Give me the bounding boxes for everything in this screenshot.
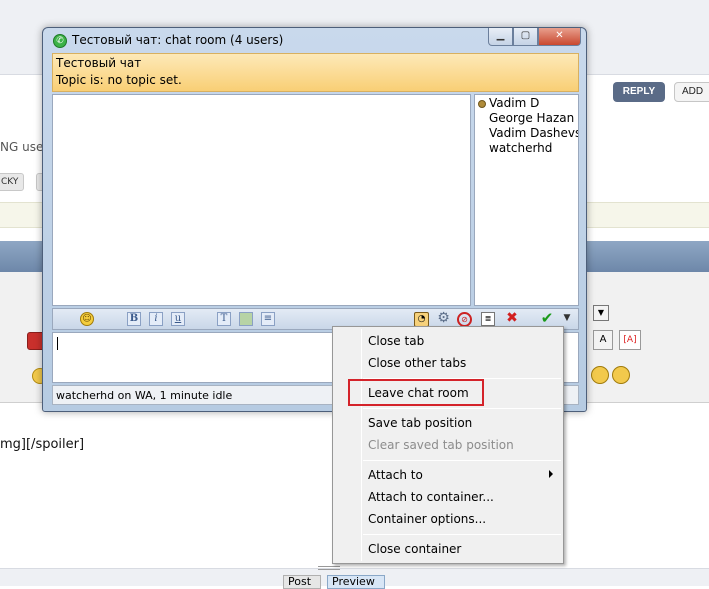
room-name: Тестовый чат <box>56 56 142 70</box>
away-status-icon <box>478 100 486 108</box>
ignore-icon[interactable]: ⊘ <box>457 312 472 327</box>
highlight-annotation <box>348 379 484 406</box>
bold-icon[interactable]: B <box>127 312 141 326</box>
topic-text: Topic is: no topic set. <box>56 73 182 87</box>
resize-handle[interactable] <box>318 566 340 570</box>
add-button[interactable]: ADD <box>674 82 709 102</box>
menu-item-close-tab[interactable]: Close tab <box>368 334 424 348</box>
menu-item-attach-to-container[interactable]: Attach to container... <box>368 490 494 504</box>
close-icon[interactable]: ✖ <box>505 311 519 326</box>
log-icon[interactable]: ≣ <box>481 312 495 326</box>
tab-context-menu: Close tab Close other tabs Leave chat ro… <box>332 326 564 564</box>
user-list[interactable]: Vadim D George Hazan Vadim Dashevskiy wa… <box>474 94 579 306</box>
preview-button[interactable]: Preview <box>327 575 385 589</box>
menu-item-clear-saved-tab-position: Clear saved tab position <box>368 438 514 452</box>
maximize-button[interactable]: ▢ <box>513 28 538 46</box>
smiley-icon[interactable]: ☺ <box>80 312 94 326</box>
reply-button[interactable]: REPLY <box>613 82 665 102</box>
status-text: watcherhd on WA, 1 minute idle <box>56 389 233 402</box>
smiley-icon[interactable] <box>612 366 630 384</box>
menu-item-close-container[interactable]: Close container <box>368 542 461 556</box>
menu-separator <box>363 460 561 461</box>
user-list-item[interactable]: Vadim Dashevskiy <box>489 126 578 140</box>
history-icon[interactable]: ◔ <box>414 312 429 327</box>
italic-icon[interactable]: i <box>149 312 163 326</box>
font-icon[interactable]: A <box>593 330 613 350</box>
menu-item-container-options[interactable]: Container options... <box>368 512 486 526</box>
menu-separator <box>363 534 561 535</box>
chat-app-icon: ✆ <box>53 34 67 48</box>
user-list-item[interactable]: watcherhd <box>489 141 552 155</box>
close-icon: ✕ <box>555 30 564 41</box>
menu-separator <box>363 408 561 409</box>
menu-item-attach-to[interactable]: Attach to <box>368 468 423 482</box>
menu-item-save-tab-position[interactable]: Save tab position <box>368 416 472 430</box>
smiley-icon[interactable] <box>591 366 609 384</box>
sticky-button[interactable]: CKY <box>0 173 24 191</box>
minimize-icon: ▁ <box>496 30 505 41</box>
dropdown-arrow-icon[interactable]: ▼ <box>560 312 574 326</box>
window-title: Тестовый чат: chat room (4 users) <box>72 33 284 47</box>
user-list-item[interactable]: George Hazan <box>489 111 574 125</box>
background-color-icon[interactable] <box>239 312 253 326</box>
dropdown-arrow-icon[interactable]: ▼ <box>593 305 609 321</box>
message-log[interactable] <box>52 94 471 306</box>
text-caret <box>57 337 58 350</box>
settings-icon[interactable]: ⚙ <box>436 311 451 326</box>
post-button[interactable]: Post <box>283 575 321 589</box>
topic-bar: Тестовый чат Topic is: no topic set. <box>52 53 579 92</box>
text-color-icon[interactable]: T <box>217 312 231 326</box>
tag-icon[interactable]: [A] <box>619 330 641 350</box>
list-icon[interactable]: ≡ <box>261 312 275 326</box>
menu-icon-gutter <box>361 329 362 561</box>
menu-item-close-other-tabs[interactable]: Close other tabs <box>368 356 466 370</box>
close-button[interactable]: ✕ <box>538 28 581 46</box>
user-list-item[interactable]: Vadim D <box>489 96 539 110</box>
send-icon[interactable]: ✔ <box>540 311 554 326</box>
post-text: mg][/spoiler] <box>0 437 85 452</box>
minimize-button[interactable]: ▁ <box>488 28 513 46</box>
underline-icon[interactable]: u <box>171 312 185 326</box>
submenu-arrow-icon <box>549 470 553 478</box>
maximize-icon: ▢ <box>520 30 531 41</box>
